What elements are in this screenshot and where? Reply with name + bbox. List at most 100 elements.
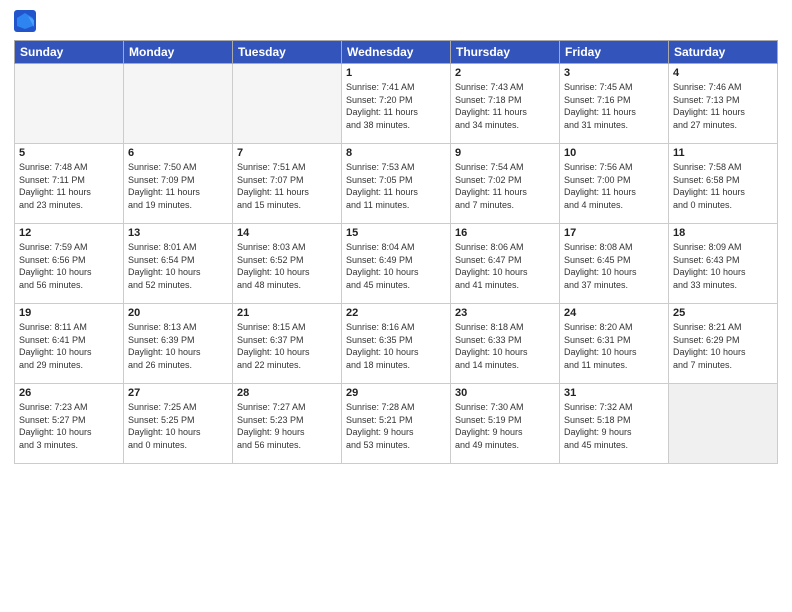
day-info: Sunrise: 7:58 AM Sunset: 6:58 PM Dayligh…	[673, 161, 773, 211]
day-number: 14	[237, 227, 337, 239]
day-info: Sunrise: 7:46 AM Sunset: 7:13 PM Dayligh…	[673, 81, 773, 131]
calendar-cell: 10Sunrise: 7:56 AM Sunset: 7:00 PM Dayli…	[560, 144, 669, 224]
calendar-week-5: 26 Sunrise: 7:23 AM Sunset: 5:27 PM Dayli…	[15, 384, 778, 464]
day-info: Sunrise: 7:51 AM Sunset: 7:07 PM Dayligh…	[237, 161, 337, 211]
calendar-cell: 30 Sunrise: 7:30 AM Sunset: 5:19 PM Dayli…	[451, 384, 560, 464]
calendar-cell: 16 Sunrise: 8:06 AM Sunset: 6:47 PM Dayli…	[451, 224, 560, 304]
day-number: 30	[455, 387, 555, 399]
day-number: 9	[455, 147, 555, 159]
day-info: Sunrise: 8:21 AM Sunset: 6:29 PM Dayligh…	[673, 321, 773, 371]
day-info: Sunrise: 7:43 AM Sunset: 7:18 PM Dayligh…	[455, 81, 555, 131]
calendar-week-2: 5 Sunrise: 7:48 AM Sunset: 7:11 PM Daylig…	[15, 144, 778, 224]
day-number: 16	[455, 227, 555, 239]
day-info: Sunrise: 8:16 AM Sunset: 6:35 PM Dayligh…	[346, 321, 446, 371]
calendar-cell: 21 Sunrise: 8:15 AM Sunset: 6:37 PM Dayli…	[233, 304, 342, 384]
calendar-cell	[233, 64, 342, 144]
day-number: 17	[564, 227, 664, 239]
day-number: 31	[564, 387, 664, 399]
day-info: Sunrise: 8:18 AM Sunset: 6:33 PM Dayligh…	[455, 321, 555, 371]
day-info: Sunrise: 7:28 AM Sunset: 5:21 PM Dayligh…	[346, 401, 446, 451]
calendar-cell: 6 Sunrise: 7:50 AM Sunset: 7:09 PM Daylig…	[124, 144, 233, 224]
day-number: 26	[19, 387, 119, 399]
day-info: Sunrise: 7:27 AM Sunset: 5:23 PM Dayligh…	[237, 401, 337, 451]
weekday-header-tuesday: Tuesday	[233, 41, 342, 64]
calendar-cell: 1 Sunrise: 7:41 AM Sunset: 7:20 PM Daylig…	[342, 64, 451, 144]
calendar-week-1: 1 Sunrise: 7:41 AM Sunset: 7:20 PM Daylig…	[15, 64, 778, 144]
day-number: 4	[673, 67, 773, 79]
calendar-cell	[124, 64, 233, 144]
calendar-cell: 11 Sunrise: 7:58 AM Sunset: 6:58 PM Dayli…	[669, 144, 778, 224]
calendar-cell: 15 Sunrise: 8:04 AM Sunset: 6:49 PM Dayli…	[342, 224, 451, 304]
day-info: Sunrise: 7:41 AM Sunset: 7:20 PM Dayligh…	[346, 81, 446, 131]
day-number: 20	[128, 307, 228, 319]
day-info: Sunrise: 8:06 AM Sunset: 6:47 PM Dayligh…	[455, 241, 555, 291]
day-number: 7	[237, 147, 337, 159]
day-info: Sunrise: 8:04 AM Sunset: 6:49 PM Dayligh…	[346, 241, 446, 291]
day-info: Sunrise: 7:50 AM Sunset: 7:09 PM Dayligh…	[128, 161, 228, 211]
page-header	[14, 10, 778, 32]
day-info: Sunrise: 7:53 AM Sunset: 7:05 PM Dayligh…	[346, 161, 446, 211]
day-info: Sunrise: 8:08 AM Sunset: 6:45 PM Dayligh…	[564, 241, 664, 291]
logo	[14, 10, 38, 32]
day-number: 18	[673, 227, 773, 239]
day-number: 25	[673, 307, 773, 319]
calendar-cell: 24Sunrise: 8:20 AM Sunset: 6:31 PM Dayli…	[560, 304, 669, 384]
calendar-page: SundayMondayTuesdayWednesdayThursdayFrid…	[0, 0, 792, 612]
weekday-header-saturday: Saturday	[669, 41, 778, 64]
day-number: 21	[237, 307, 337, 319]
day-info: Sunrise: 7:30 AM Sunset: 5:19 PM Dayligh…	[455, 401, 555, 451]
day-number: 6	[128, 147, 228, 159]
calendar-cell: 19 Sunrise: 8:11 AM Sunset: 6:41 PM Dayli…	[15, 304, 124, 384]
weekday-header-wednesday: Wednesday	[342, 41, 451, 64]
calendar-cell	[669, 384, 778, 464]
day-number: 22	[346, 307, 446, 319]
calendar-cell: 12 Sunrise: 7:59 AM Sunset: 6:56 PM Dayli…	[15, 224, 124, 304]
day-number: 11	[673, 147, 773, 159]
calendar-cell: 26 Sunrise: 7:23 AM Sunset: 5:27 PM Dayli…	[15, 384, 124, 464]
day-info: Sunrise: 8:20 AM Sunset: 6:31 PM Dayligh…	[564, 321, 664, 371]
weekday-header-thursday: Thursday	[451, 41, 560, 64]
day-number: 5	[19, 147, 119, 159]
calendar-cell: 20Sunrise: 8:13 AM Sunset: 6:39 PM Dayli…	[124, 304, 233, 384]
calendar-cell: 31Sunrise: 7:32 AM Sunset: 5:18 PM Dayli…	[560, 384, 669, 464]
calendar-cell: 18Sunrise: 8:09 AM Sunset: 6:43 PM Dayli…	[669, 224, 778, 304]
calendar-cell: 25 Sunrise: 8:21 AM Sunset: 6:29 PM Dayli…	[669, 304, 778, 384]
calendar-table: SundayMondayTuesdayWednesdayThursdayFrid…	[14, 40, 778, 464]
calendar-cell: 3 Sunrise: 7:45 AM Sunset: 7:16 PM Daylig…	[560, 64, 669, 144]
day-number: 12	[19, 227, 119, 239]
day-number: 8	[346, 147, 446, 159]
calendar-cell: 23 Sunrise: 8:18 AM Sunset: 6:33 PM Dayli…	[451, 304, 560, 384]
day-info: Sunrise: 8:01 AM Sunset: 6:54 PM Dayligh…	[128, 241, 228, 291]
calendar-cell	[15, 64, 124, 144]
day-info: Sunrise: 7:45 AM Sunset: 7:16 PM Dayligh…	[564, 81, 664, 131]
day-info: Sunrise: 8:03 AM Sunset: 6:52 PM Dayligh…	[237, 241, 337, 291]
weekday-header-row: SundayMondayTuesdayWednesdayThursdayFrid…	[15, 41, 778, 64]
calendar-cell: 27Sunrise: 7:25 AM Sunset: 5:25 PM Dayli…	[124, 384, 233, 464]
day-number: 3	[564, 67, 664, 79]
weekday-header-monday: Monday	[124, 41, 233, 64]
calendar-cell: 7 Sunrise: 7:51 AM Sunset: 7:07 PM Daylig…	[233, 144, 342, 224]
day-number: 19	[19, 307, 119, 319]
day-number: 15	[346, 227, 446, 239]
day-info: Sunrise: 7:48 AM Sunset: 7:11 PM Dayligh…	[19, 161, 119, 211]
day-info: Sunrise: 7:54 AM Sunset: 7:02 PM Dayligh…	[455, 161, 555, 211]
calendar-cell: 28 Sunrise: 7:27 AM Sunset: 5:23 PM Dayli…	[233, 384, 342, 464]
calendar-cell: 5 Sunrise: 7:48 AM Sunset: 7:11 PM Daylig…	[15, 144, 124, 224]
day-number: 2	[455, 67, 555, 79]
calendar-cell: 13Sunrise: 8:01 AM Sunset: 6:54 PM Dayli…	[124, 224, 233, 304]
day-info: Sunrise: 7:23 AM Sunset: 5:27 PM Dayligh…	[19, 401, 119, 451]
day-number: 29	[346, 387, 446, 399]
day-number: 1	[346, 67, 446, 79]
calendar-cell: 2 Sunrise: 7:43 AM Sunset: 7:18 PM Daylig…	[451, 64, 560, 144]
day-number: 27	[128, 387, 228, 399]
day-info: Sunrise: 8:15 AM Sunset: 6:37 PM Dayligh…	[237, 321, 337, 371]
day-number: 10	[564, 147, 664, 159]
day-number: 23	[455, 307, 555, 319]
calendar-cell: 14 Sunrise: 8:03 AM Sunset: 6:52 PM Dayli…	[233, 224, 342, 304]
calendar-cell: 4 Sunrise: 7:46 AM Sunset: 7:13 PM Daylig…	[669, 64, 778, 144]
day-info: Sunrise: 8:11 AM Sunset: 6:41 PM Dayligh…	[19, 321, 119, 371]
calendar-cell: 9 Sunrise: 7:54 AM Sunset: 7:02 PM Daylig…	[451, 144, 560, 224]
day-number: 28	[237, 387, 337, 399]
logo-icon	[14, 10, 36, 32]
day-info: Sunrise: 7:59 AM Sunset: 6:56 PM Dayligh…	[19, 241, 119, 291]
